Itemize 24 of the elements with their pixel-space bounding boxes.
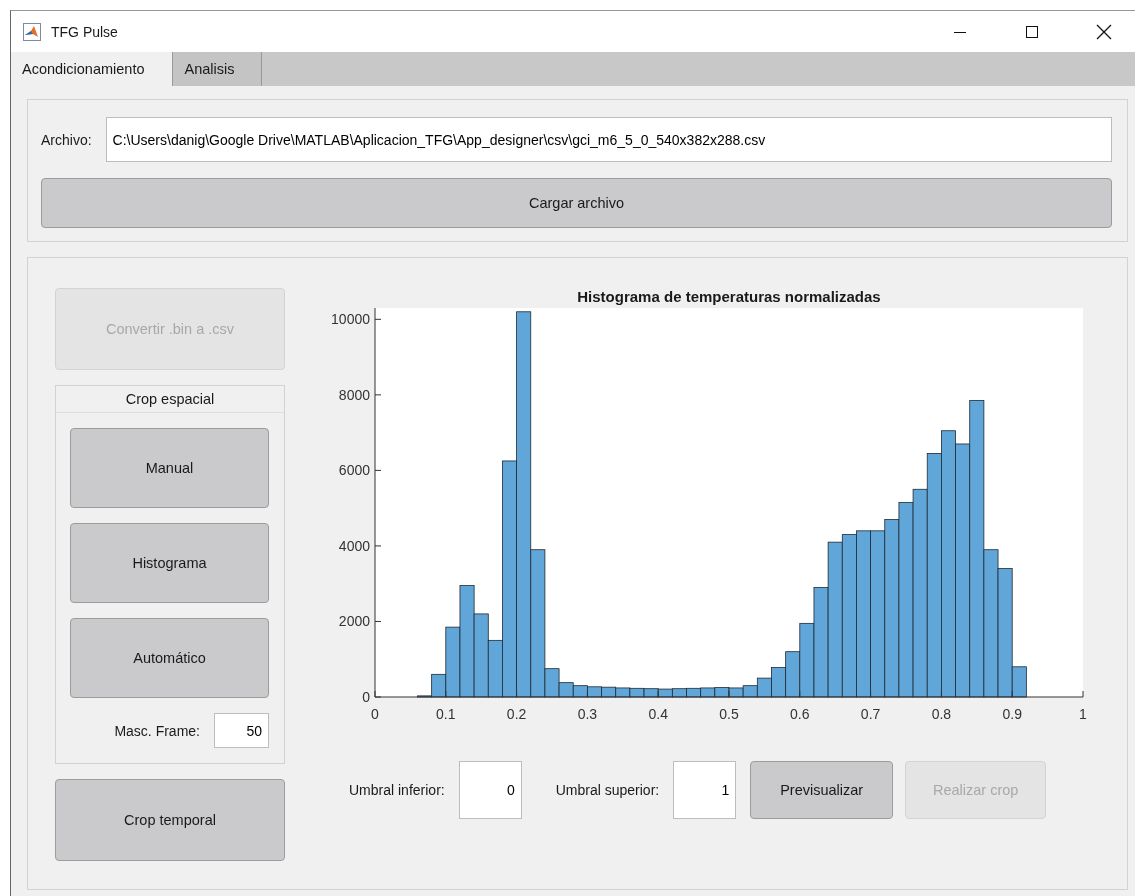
chart-title: Histograma de temperaturas normalizadas <box>577 288 881 305</box>
y-tick-label: 4000 <box>338 537 370 554</box>
y-tick-label: 2000 <box>338 613 370 630</box>
y-tick-label: 0 <box>362 689 370 705</box>
x-tick-label: 1 <box>1079 706 1087 722</box>
x-tick-label: 0.9 <box>1002 706 1022 722</box>
mask-frame-label: Masc. Frame: <box>114 722 200 739</box>
x-tick-label: 0.5 <box>719 706 739 722</box>
x-tick-label: 0.6 <box>790 706 810 722</box>
y-tick-label: 10000 <box>331 311 370 328</box>
x-tick-label: 0.2 <box>506 706 527 722</box>
upper-threshold-label: Umbral superior: <box>555 782 660 798</box>
x-tick-label: 0.8 <box>931 706 952 722</box>
x-tick-label: 0.4 <box>648 706 668 722</box>
file-label: Archivo: <box>41 131 92 148</box>
lower-threshold-label: Umbral inferior: <box>349 782 445 798</box>
x-tick-label: 0.1 <box>436 706 456 722</box>
x-tick-label: 0.7 <box>860 706 881 722</box>
panel-title: Crop espacial <box>56 386 284 413</box>
x-tick-label: 0 <box>371 706 379 722</box>
y-tick-label: 6000 <box>338 462 370 479</box>
window-title: TFG Pulse <box>51 23 119 40</box>
y-tick-label: 8000 <box>338 386 370 403</box>
x-tick-label: 0.3 <box>577 706 598 722</box>
